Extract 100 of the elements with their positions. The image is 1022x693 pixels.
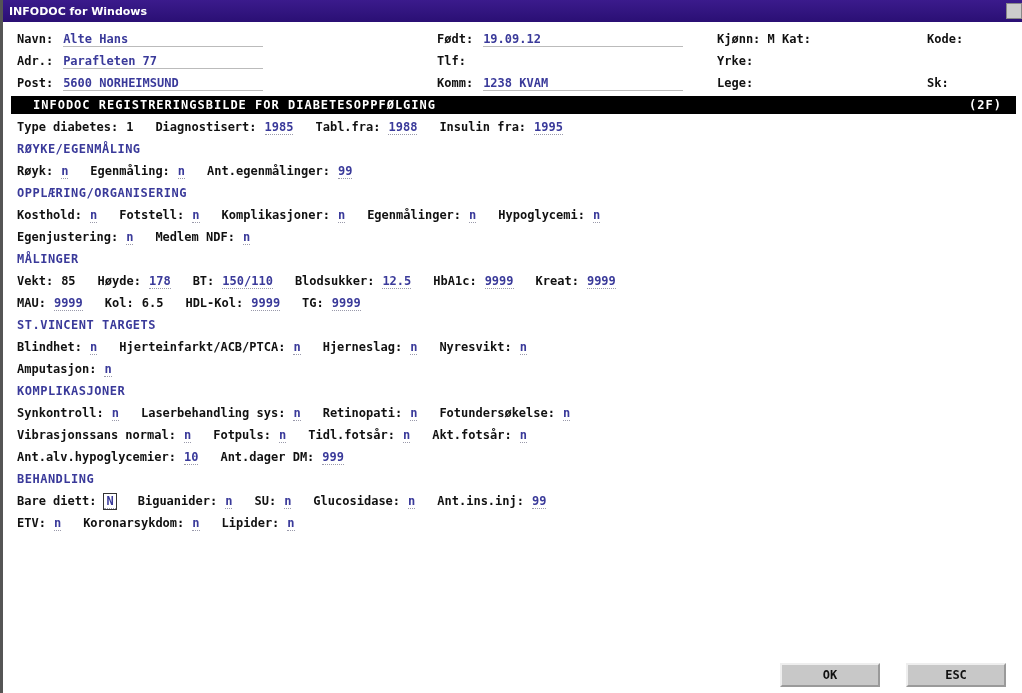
input-field[interactable]: n — [287, 515, 295, 531]
input-field[interactable]: 9999 — [251, 295, 281, 311]
input-field[interactable]: 178 — [148, 273, 171, 289]
field-label: Tidl.fotsår: — [308, 428, 395, 442]
input-field[interactable]: n — [410, 339, 418, 355]
field-value[interactable]: Alte Hans — [63, 31, 264, 47]
input-field[interactable]: n — [293, 405, 301, 421]
escape-button[interactable]: ESC — [906, 663, 1006, 687]
field-label: Glucosidase: — [313, 494, 401, 508]
input-field[interactable]: n — [90, 339, 98, 355]
field-label: Bare diett: — [17, 494, 97, 508]
field-label: Fotundersøkelse: — [439, 406, 555, 420]
field-label: Sk: — [927, 76, 949, 90]
input-field[interactable]: n — [337, 207, 346, 223]
input-field[interactable]: 999 — [322, 449, 344, 465]
field-label: MAU: — [17, 296, 46, 310]
field-label: Yrke: — [717, 54, 754, 68]
input-field[interactable]: n — [410, 405, 418, 421]
field-label: Lipider: — [221, 516, 280, 530]
field-label: Blodsukker: — [294, 274, 375, 288]
section-heading: RØYKE/EGENMÅLING — [17, 142, 141, 156]
input-field[interactable]: 1995 — [534, 119, 563, 135]
section-heading: KOMPLIKASJONER — [17, 384, 126, 398]
field-label: Kol: — [104, 296, 134, 310]
field-label: Egenmåling: — [90, 164, 170, 178]
input-field[interactable]: n — [593, 207, 601, 223]
field-label: TG: — [302, 296, 324, 310]
input-field[interactable]: n — [192, 515, 200, 531]
input-field[interactable]: 9999 — [586, 273, 616, 289]
field-label: Kosthold: — [17, 208, 83, 222]
field-label: Ant.alv.hypoglycemier: — [17, 450, 176, 464]
field-label: Laserbehandling sys: — [140, 406, 286, 420]
input-field[interactable]: n — [279, 427, 287, 443]
field-label: Lege: — [717, 76, 754, 90]
field-label: Koronarsykdom: — [83, 516, 185, 530]
field-label: Kode: — [927, 32, 964, 46]
field-label: SU: — [254, 494, 277, 508]
input-field[interactable]: n — [126, 229, 134, 245]
field-label: Født: — [437, 32, 474, 46]
input-field[interactable]: n — [90, 207, 98, 223]
field-label: Diagnostisert: — [155, 120, 257, 134]
input-field[interactable]: 150/110 — [222, 273, 273, 289]
field-label: Navn: — [17, 32, 54, 46]
input-field[interactable]: N — [104, 493, 116, 509]
field-label: Fotpuls: — [213, 428, 271, 442]
field-label: Kjønn: M Kat: — [717, 32, 811, 46]
input-field[interactable]: 1988 — [388, 119, 418, 135]
field-label: Retinopati: — [322, 406, 403, 420]
field-label: Røyk: — [17, 164, 54, 178]
input-field[interactable]: 9999 — [331, 295, 361, 311]
field-label: Biguanider: — [137, 494, 218, 508]
field-label: Nyresvikt: — [439, 340, 512, 354]
field-label: ETV: — [17, 516, 46, 530]
field-value: 85 — [61, 274, 76, 288]
field-value[interactable]: 19.09.12 — [483, 31, 684, 47]
field-label: Blindhet: — [17, 340, 83, 354]
field-label: Vibrasjonssans normal: — [17, 428, 176, 442]
input-field[interactable]: n — [192, 207, 200, 223]
input-field[interactable]: n — [563, 405, 571, 421]
close-button[interactable] — [1006, 3, 1022, 19]
input-field[interactable]: 99 — [532, 493, 547, 509]
field-label: Komm: — [437, 76, 474, 90]
ok-button[interactable]: OK — [780, 663, 880, 687]
field-value: 1 — [126, 120, 134, 134]
input-field[interactable]: n — [111, 405, 119, 421]
field-value[interactable]: Parafleten 77 — [63, 53, 264, 69]
section-heading: MÅLINGER — [17, 252, 79, 266]
field-label: Hjerneslag: — [322, 340, 403, 354]
banner-title: INFODOC REGISTRERINGSBILDE FOR DIABETESOPPFØLGING — [33, 98, 436, 112]
input-field[interactable]: n — [469, 207, 477, 223]
input-field[interactable]: 99 — [337, 163, 353, 179]
field-value[interactable]: 1238 KVAM — [483, 75, 684, 91]
input-field[interactable]: n — [284, 493, 292, 509]
field-label: HbA1c: — [433, 274, 477, 288]
input-field[interactable]: n — [242, 229, 251, 245]
input-field[interactable]: n — [519, 427, 527, 443]
input-field[interactable]: n — [402, 427, 411, 443]
input-field[interactable]: 1985 — [264, 119, 294, 135]
field-label: Høyde: — [97, 274, 141, 288]
field-label: Type diabetes: — [17, 120, 119, 134]
input-field[interactable]: n — [177, 163, 186, 179]
field-label: Medlem NDF: — [155, 230, 235, 244]
input-field[interactable]: n — [293, 339, 301, 355]
input-field[interactable]: 9999 — [484, 273, 514, 289]
input-field[interactable]: n — [104, 361, 112, 377]
section-heading: ST.VINCENT TARGETS — [17, 318, 157, 332]
input-field[interactable]: n — [61, 163, 69, 179]
field-label: Akt.fotsår: — [432, 428, 512, 442]
input-field[interactable]: n — [53, 515, 62, 531]
field-label: Ant.dager DM: — [220, 450, 315, 464]
input-field[interactable]: n — [408, 493, 416, 509]
input-field[interactable]: n — [225, 493, 233, 509]
input-field[interactable]: 9999 — [53, 295, 83, 311]
field-label: Hjerteinfarkt/ACB/PTCA: — [119, 340, 286, 354]
input-field[interactable]: 10 — [183, 449, 199, 465]
input-field[interactable]: n — [519, 339, 527, 355]
input-field[interactable]: 12.5 — [382, 273, 412, 289]
field-value[interactable]: 5600 NORHEIMSUND — [63, 75, 264, 91]
input-field[interactable]: n — [183, 427, 192, 443]
field-label: Kreat: — [535, 274, 579, 288]
